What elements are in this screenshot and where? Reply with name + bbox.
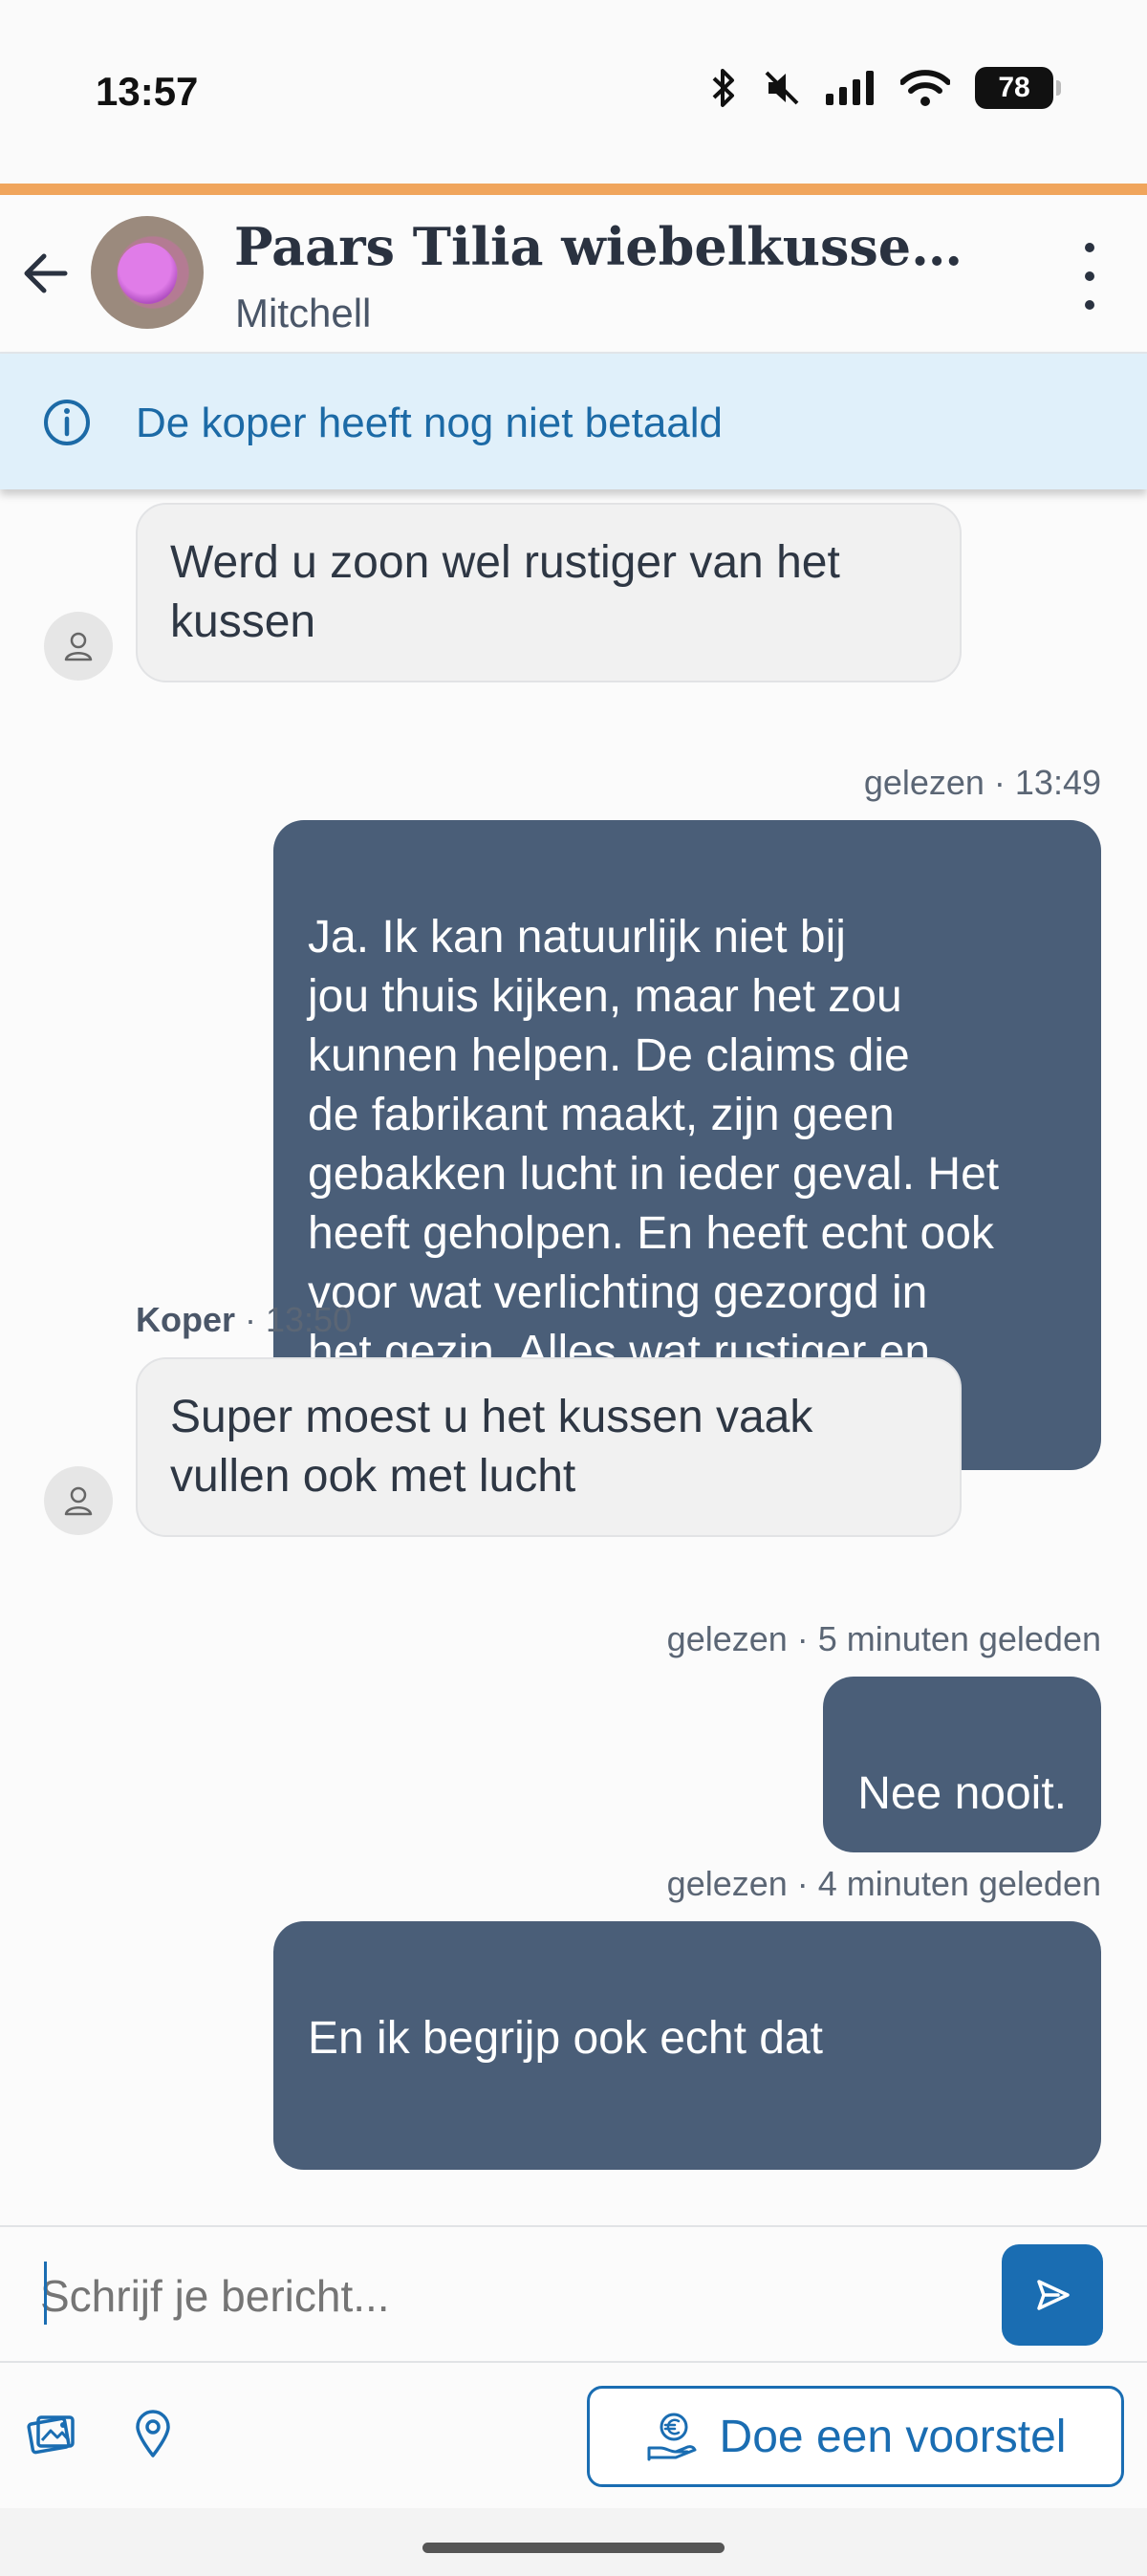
send-icon xyxy=(1037,2280,1070,2310)
message-meta: gelezen · 4 minuten geleden xyxy=(666,1864,1101,1903)
outgoing-message: En ik begrijp ook echt dat xyxy=(273,1921,1101,2170)
info-icon xyxy=(42,398,92,452)
status-icons: 78 xyxy=(709,67,1061,109)
message-meta: gelezen · 5 minuten geleden xyxy=(666,1619,1101,1658)
battery-icon: 78 xyxy=(975,67,1061,109)
mute-icon xyxy=(765,71,799,105)
message-list[interactable]: Werd u zoon wel rustiger van het kussen … xyxy=(0,489,1147,2207)
make-offer-label: Doe een voorstel xyxy=(719,2411,1067,2462)
message-composer xyxy=(0,2225,1147,2363)
status-bar: 13:57 78 xyxy=(0,0,1147,186)
more-vertical-icon[interactable] xyxy=(1071,243,1109,310)
euro-hand-icon xyxy=(647,2413,697,2461)
listing-title[interactable]: Paars Tilia wiebelkussen. Id... xyxy=(234,216,999,277)
status-time: 13:57 xyxy=(96,69,199,114)
outgoing-message: Nee nooit. xyxy=(823,1677,1101,1852)
back-arrow-icon[interactable] xyxy=(17,245,75,302)
message-text: En ik begrijp ook echt dat xyxy=(308,2013,823,2064)
text-caret xyxy=(44,2262,47,2325)
message-input[interactable] xyxy=(40,2252,967,2340)
message-text: Super moest u het kussen vaak vullen ook… xyxy=(170,1392,813,1502)
incoming-message: Super moest u het kussen vaak vullen ook… xyxy=(136,1357,962,1537)
message-text: Nee nooit. xyxy=(857,1768,1067,1819)
battery-level: 78 xyxy=(998,72,1030,103)
listing-thumbnail[interactable] xyxy=(91,216,204,329)
bluetooth-icon xyxy=(712,69,734,107)
message-text: Werd u zoon wel rustiger van het kussen xyxy=(170,537,840,647)
message-meta: Koper · 13:50 xyxy=(136,1300,353,1339)
chat-header: Paars Tilia wiebelkussen. Id... Mitchell xyxy=(0,195,1147,354)
send-button[interactable] xyxy=(1002,2244,1103,2346)
sender-name: Koper xyxy=(136,1300,236,1339)
message-meta: gelezen · 13:49 xyxy=(863,763,1101,802)
accent-line xyxy=(0,184,1147,195)
wifi-icon xyxy=(900,70,950,106)
payment-notice-banner: De koper heeft nog niet betaald xyxy=(0,354,1147,489)
composer-toolbar: Doe een voorstel xyxy=(0,2365,1147,2508)
contact-name: Mitchell xyxy=(235,291,372,336)
incoming-message: Werd u zoon wel rustiger van het kussen xyxy=(136,503,962,682)
sender-avatar xyxy=(44,612,113,681)
make-offer-button[interactable]: Doe een voorstel xyxy=(587,2386,1124,2487)
sender-avatar xyxy=(44,1466,113,1535)
notice-text: De koper heeft nog niet betaald xyxy=(136,400,724,446)
home-indicator[interactable] xyxy=(422,2543,725,2553)
home-area xyxy=(0,2508,1147,2576)
signal-icon xyxy=(826,71,874,105)
photos-icon[interactable] xyxy=(23,2405,80,2462)
location-pin-icon[interactable] xyxy=(124,2405,182,2462)
